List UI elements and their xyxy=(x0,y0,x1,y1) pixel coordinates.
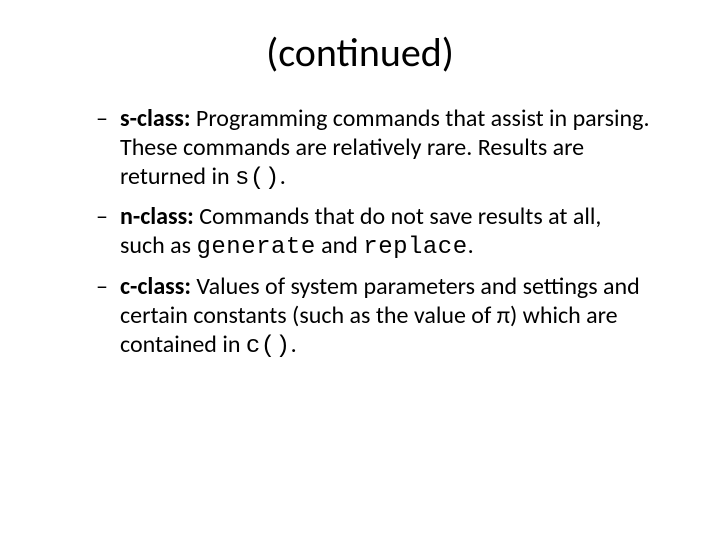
bullet-item: – n-class: Commands that do not save res… xyxy=(102,203,650,263)
bullet-item: – s-class: Programming commands that ass… xyxy=(102,105,650,193)
bullet-text-post: . xyxy=(468,231,474,260)
slide-body: – s-class: Programming commands that ass… xyxy=(60,105,660,361)
bullet-label: n-class: xyxy=(120,202,194,231)
bullet-dash-icon: – xyxy=(96,273,108,302)
bullet-code-a: generate xyxy=(197,234,316,261)
bullet-dash-icon: – xyxy=(96,105,108,134)
bullet-item: – c-class: Values of system parameters a… xyxy=(102,273,650,361)
bullet-text-post: . xyxy=(291,330,297,359)
bullet-text-pre: Programming commands that assist in pars… xyxy=(120,104,650,191)
slide-title: (continued) xyxy=(60,28,660,77)
bullet-code-a: c() xyxy=(246,333,291,360)
bullet-text-mid: and xyxy=(316,231,364,260)
bullet-label: s-class: xyxy=(120,104,190,133)
bullet-code-a: s() xyxy=(235,165,280,192)
bullet-dash-icon: – xyxy=(96,203,108,232)
bullet-code-b: replace xyxy=(363,234,467,261)
bullet-text-pre: Values of system parameters and settings… xyxy=(120,272,640,359)
bullet-label: c-class: xyxy=(120,272,191,301)
bullet-text-post: . xyxy=(280,162,286,191)
slide: (continued) – s-class: Programming comma… xyxy=(0,0,720,540)
